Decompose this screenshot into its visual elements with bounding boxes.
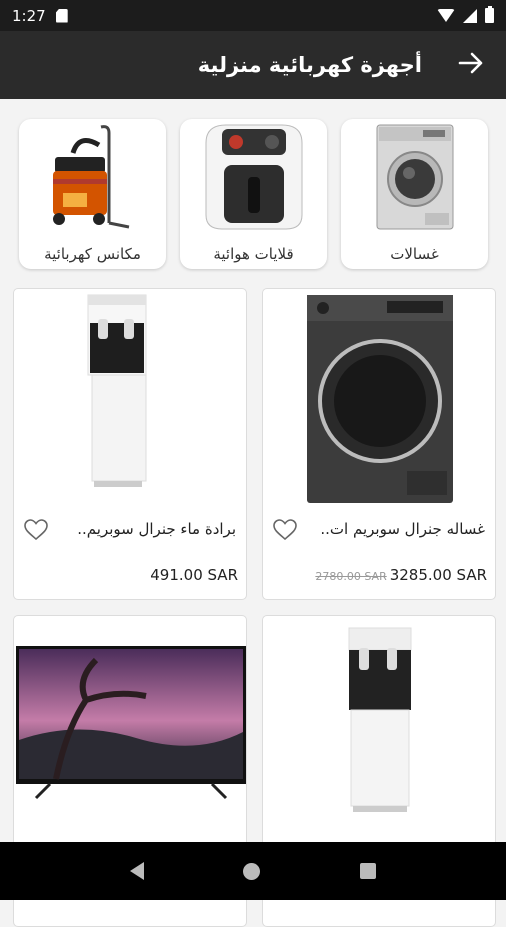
air-fryer-icon [200,123,307,231]
category-label: مكانس كهربائية [44,245,141,263]
back-arrow-icon[interactable] [458,52,484,79]
app-bar: أجهزة كهربائية منزلية [0,31,506,99]
current-price: 491.00 SAR [150,566,238,584]
product-name: برادة ماء جنرال سوبريم.. [77,520,236,538]
signal-icon [463,8,477,23]
status-time: 1:27 [12,6,46,25]
sd-card-icon [55,8,68,23]
category-label: غسالات [390,245,439,263]
category-washers[interactable]: غسالات [341,119,488,269]
battery-icon [485,6,494,23]
product-price: 491.00 SAR [150,566,238,584]
washing-machine-image [287,293,473,509]
heart-icon[interactable] [24,519,48,541]
product-grid: غساله جنرال سوبريم ات.. 2780.00 SAR 3285… [12,288,496,927]
washing-machine-icon [361,123,468,231]
wifi-icon [437,9,455,22]
product-card[interactable]: غساله جنرال سوبريم ات.. 2780.00 SAR 3285… [262,288,496,600]
nav-recents-icon[interactable] [360,863,377,879]
category-vacuums[interactable]: مكانس كهربائية [19,119,166,269]
water-dispenser-image [287,620,473,836]
status-bar: 1:27 [0,0,506,31]
vacuum-cleaner-icon [39,123,146,231]
category-air-fryers[interactable]: قلايات هوائية [180,119,327,269]
product-card[interactable]: برادة ماء جنرال سوبريم.. 491.00 SAR [13,288,247,600]
product-price: 2780.00 SAR 3285.00 SAR [315,566,487,584]
nav-home-icon[interactable] [243,862,261,880]
water-dispenser-image [38,293,224,509]
nav-back-icon[interactable] [129,862,144,880]
old-price: 2780.00 SAR [315,570,387,583]
system-nav-bar [0,842,506,900]
heart-icon[interactable] [273,519,297,541]
television-image [16,620,246,836]
page-title: أجهزة كهربائية منزلية [197,53,422,77]
category-label: قلايات هوائية [213,245,294,263]
product-name: غساله جنرال سوبريم ات.. [320,520,485,538]
category-list: غسالات قلايات هوائية مكانس كهربائية [18,119,488,269]
current-price: 3285.00 SAR [389,566,487,584]
